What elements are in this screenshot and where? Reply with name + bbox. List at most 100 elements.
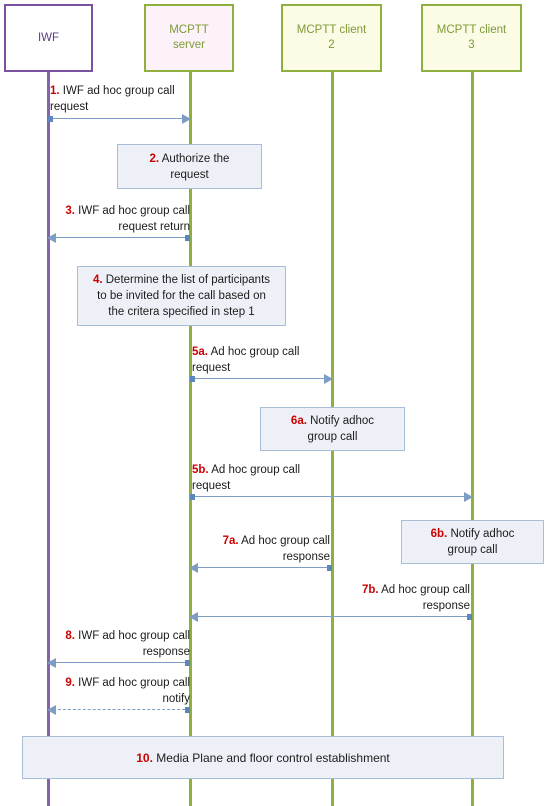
arrow-line-dashed (48, 709, 190, 710)
message-text-step-8-line1: IWF ad hoc group call (78, 630, 190, 642)
note-box-step-4: 4. Determine the list of participants to… (77, 266, 286, 326)
message-label-step-3: 3. IWF ad hoc group call request return (40, 204, 190, 235)
message-text-step-7b-line2: response (422, 599, 470, 612)
note-text-step-10: 10. Media Plane and floor control establ… (136, 750, 390, 766)
arrow-line (190, 496, 472, 497)
note-text-step-2-line1: Authorize the (161, 152, 230, 165)
actor-label-line1: MCPTT client (296, 24, 367, 36)
step-number-7b: 7b. (361, 584, 379, 596)
arrow-line (48, 118, 190, 119)
lifeline-client3 (471, 72, 474, 806)
arrow-head-icon (189, 611, 198, 622)
arrow-source-dot (190, 493, 195, 500)
arrow-head-icon (47, 704, 56, 715)
message-text-step-3-line1: IWF ad hoc group call (78, 205, 190, 217)
message-label-step-8: 8. IWF ad hoc group call response (40, 629, 190, 660)
actor-box-mcptt-client-2: MCPTT client 2 (281, 4, 382, 72)
message-label-step-9: 9. IWF ad hoc group call notify (40, 676, 190, 707)
note-text-step-6b: 6b. Notify adhoc group call (431, 526, 515, 558)
message-text-step-1-line2: request (50, 100, 89, 113)
actor-label-iwf: IWF (37, 31, 60, 44)
arrow-source-dot (185, 659, 190, 666)
note-text-step-6b-line1: Notify adhoc (450, 528, 515, 540)
message-text-step-5a-line2: request (192, 361, 231, 374)
arrow-line (48, 237, 190, 238)
note-text-step-4-line3: the critera specified in step 1 (108, 306, 255, 318)
actor-box-mcptt-client-3: MCPTT client 3 (421, 4, 522, 72)
step-number-10: 10. (136, 750, 153, 765)
arrow-head-icon (47, 232, 56, 243)
message-text-step-7a-line2: response (282, 550, 330, 563)
message-label-step-5a: 5a. Ad hoc group call request (192, 345, 337, 376)
message-text-step-9-line2: notify (162, 692, 191, 705)
arrow-source-dot (327, 564, 332, 571)
message-text-step-3-line2: request return (118, 220, 190, 233)
actor-label-mcptt-server: MCPTT server (169, 23, 209, 53)
arrow-head-icon (189, 562, 198, 573)
step-number-2: 2. (149, 152, 160, 165)
actor-label-line2: 3 (468, 39, 475, 51)
arrow-line (190, 567, 332, 568)
step-number-5b: 5b. (192, 464, 209, 476)
actor-label-line2: 2 (328, 39, 335, 51)
message-text-step-1-line1: IWF ad hoc group call (62, 85, 175, 97)
note-text-step-6a-line2: group call (307, 431, 358, 443)
message-text-step-7a-line1: Ad hoc group call (241, 535, 330, 547)
message-arrow-step-7a (189, 562, 332, 573)
actor-label-line1: MCPTT (169, 24, 209, 36)
note-box-step-10: 10. Media Plane and floor control establ… (22, 736, 504, 779)
message-arrow-step-3 (47, 232, 190, 243)
message-text-step-5b-line1: Ad hoc group call (211, 464, 301, 476)
step-number-6b: 6b. (430, 528, 448, 540)
note-text-step-2: 2. Authorize the request (150, 151, 230, 183)
note-text-step-10-line1: Media Plane and floor control establishm… (156, 750, 390, 765)
message-text-step-7b-line1: Ad hoc group call (381, 584, 470, 596)
message-label-step-7a: 7a. Ad hoc group call response (185, 534, 330, 565)
note-box-step-6b: 6b. Notify adhoc group call (401, 520, 544, 564)
message-arrow-step-5a (190, 373, 333, 384)
message-arrow-step-9 (47, 704, 190, 715)
message-arrow-step-1 (48, 113, 191, 124)
note-text-step-6a-line1: Notify adhoc (310, 415, 375, 427)
step-number-9: 9. (65, 677, 75, 689)
message-text-step-8-line2: response (142, 645, 190, 658)
message-label-step-7b: 7b. Ad hoc group call response (325, 583, 470, 614)
arrow-head-icon (324, 373, 333, 384)
note-text-step-4-line1: Determine the list of participants (105, 274, 271, 286)
message-text-step-5a-line1: Ad hoc group call (210, 346, 300, 358)
actor-label-mcptt-client-3: MCPTT client 3 (437, 23, 506, 53)
step-number-7a: 7a. (222, 535, 239, 547)
arrow-line (190, 378, 332, 379)
message-label-step-1: 1. IWF ad hoc group call request (50, 84, 200, 115)
note-text-step-6a: 6a. Notify adhoc group call (291, 413, 374, 445)
message-text-step-5b-line2: request (192, 479, 231, 492)
step-number-5a: 5a. (192, 346, 208, 358)
actor-box-mcptt-server: MCPTT server (144, 4, 234, 72)
arrow-source-dot (185, 234, 190, 241)
sequence-diagram: IWF MCPTT server MCPTT client 2 MCPTT cl… (0, 0, 547, 806)
arrow-line (190, 616, 472, 617)
actor-label-line1: MCPTT client (436, 24, 507, 36)
note-box-step-6a: 6a. Notify adhoc group call (260, 407, 405, 451)
step-number-4: 4. (92, 274, 103, 286)
arrow-source-dot (190, 375, 195, 382)
message-label-step-5b: 5b. Ad hoc group call request (192, 463, 337, 494)
actor-label-line2: server (173, 39, 205, 51)
message-text-step-9-line1: IWF ad hoc group call (78, 677, 190, 689)
step-number-6a: 6a. (290, 415, 307, 427)
arrow-source-dot (467, 613, 472, 620)
note-box-step-2: 2. Authorize the request (117, 144, 262, 189)
arrow-head-icon (464, 491, 473, 502)
actor-label-mcptt-client-2: MCPTT client 2 (297, 23, 366, 53)
actor-box-iwf: IWF (4, 4, 93, 72)
note-text-step-2-line2: request (170, 168, 209, 181)
arrow-source-dot (185, 706, 190, 713)
note-text-step-4: 4. Determine the list of participants to… (93, 272, 270, 320)
note-text-step-4-line2: to be invited for the call based on (97, 290, 266, 302)
step-number-8: 8. (65, 630, 75, 642)
arrow-line (48, 662, 190, 663)
arrow-head-icon (47, 657, 56, 668)
arrow-head-icon (182, 113, 191, 124)
arrow-source-dot (48, 115, 53, 122)
message-arrow-step-8 (47, 657, 190, 668)
